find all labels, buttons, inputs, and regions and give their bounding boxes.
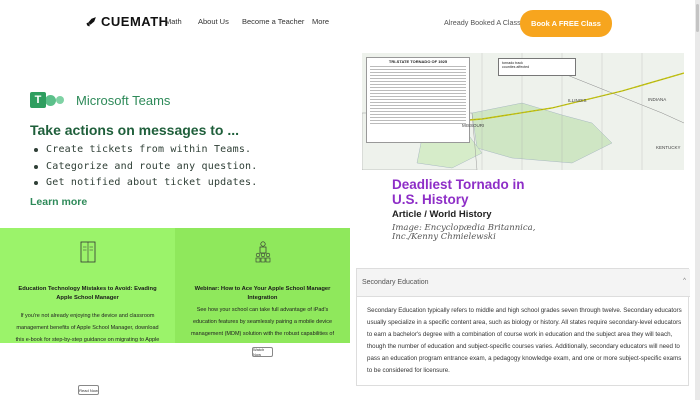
cuemath-logo[interactable]: CUEMATH <box>86 14 169 29</box>
nav-math[interactable]: Math <box>165 17 182 26</box>
people-icon <box>255 241 270 263</box>
list-item: Categorize and route any question. <box>34 161 258 172</box>
lower-white-panel <box>0 343 350 400</box>
book-free-class-button[interactable]: Book A FREE Class <box>520 10 612 37</box>
microsoft-teams-ad[interactable]: T Microsoft Teams Take actions on messag… <box>0 62 350 228</box>
top-navbar: CUEMATH Math About Us Become a Teacher M… <box>0 0 700 46</box>
chevron-up-icon[interactable]: ^ <box>683 278 686 284</box>
nav-become-teacher[interactable]: Become a Teacher <box>242 17 304 26</box>
map-label: MISSOURI <box>462 123 485 128</box>
accordion-header[interactable]: Secondary Education ^ <box>357 269 690 297</box>
list-item: Create tickets from within Teams. <box>34 144 258 155</box>
image-credit: Image: Encyclopædia Britannica, Inc./Ken… <box>392 223 536 243</box>
list-item: Get notified about ticket updates. <box>34 177 258 188</box>
article-title[interactable]: Deadliest Tornado in U.S. History <box>392 177 525 207</box>
map-data-table: TRI-STATE TORNADO OF 1925 <box>366 57 470 143</box>
teams-brand: Microsoft Teams <box>76 92 171 108</box>
already-booked-link[interactable]: Already Booked A Class? <box>444 18 525 27</box>
teams-icon: T <box>30 92 70 108</box>
card-title: Education Technology Mistakes to Avoid: … <box>18 286 157 301</box>
rocket-icon <box>86 17 96 27</box>
map-label: KENTUCKY <box>656 145 681 150</box>
tornado-map-image: TRI-STATE TORNADO OF 1925 tornado track … <box>362 53 684 170</box>
learn-more-link[interactable]: Learn more <box>30 196 87 208</box>
page-scrollbar[interactable] <box>695 0 700 400</box>
teams-heading: Take actions on messages to ... <box>30 122 240 138</box>
tornado-article-card[interactable]: TRI-STATE TORNADO OF 1925 tornado track … <box>356 49 689 254</box>
accordion-title: Secondary Education <box>362 279 429 286</box>
document-icon <box>80 241 95 263</box>
accordion-body: Secondary Education typically refers to … <box>367 307 682 375</box>
map-label: INDIANA <box>648 97 667 102</box>
map-legend: tornado track counties affected <box>498 58 576 76</box>
read-now-button[interactable]: Read Now <box>78 385 99 395</box>
watch-now-button[interactable]: Watch Now <box>252 347 273 357</box>
teams-feature-list: Create tickets from within Teams. Catego… <box>34 144 258 194</box>
logo-text: CUEMATH <box>101 14 169 29</box>
secondary-education-accordion: Secondary Education ^ Secondary Educatio… <box>356 268 690 386</box>
scrollbar-thumb[interactable] <box>696 4 699 32</box>
nav-more[interactable]: More <box>312 17 329 26</box>
map-label: ILLINOIS <box>568 98 587 103</box>
teams-logo: T Microsoft Teams <box>30 92 170 108</box>
nav-about-us[interactable]: About Us <box>198 17 229 26</box>
article-category: Article / World History <box>392 209 492 220</box>
card-title: Webinar: How to Ace Your Apple School Ma… <box>194 286 331 301</box>
